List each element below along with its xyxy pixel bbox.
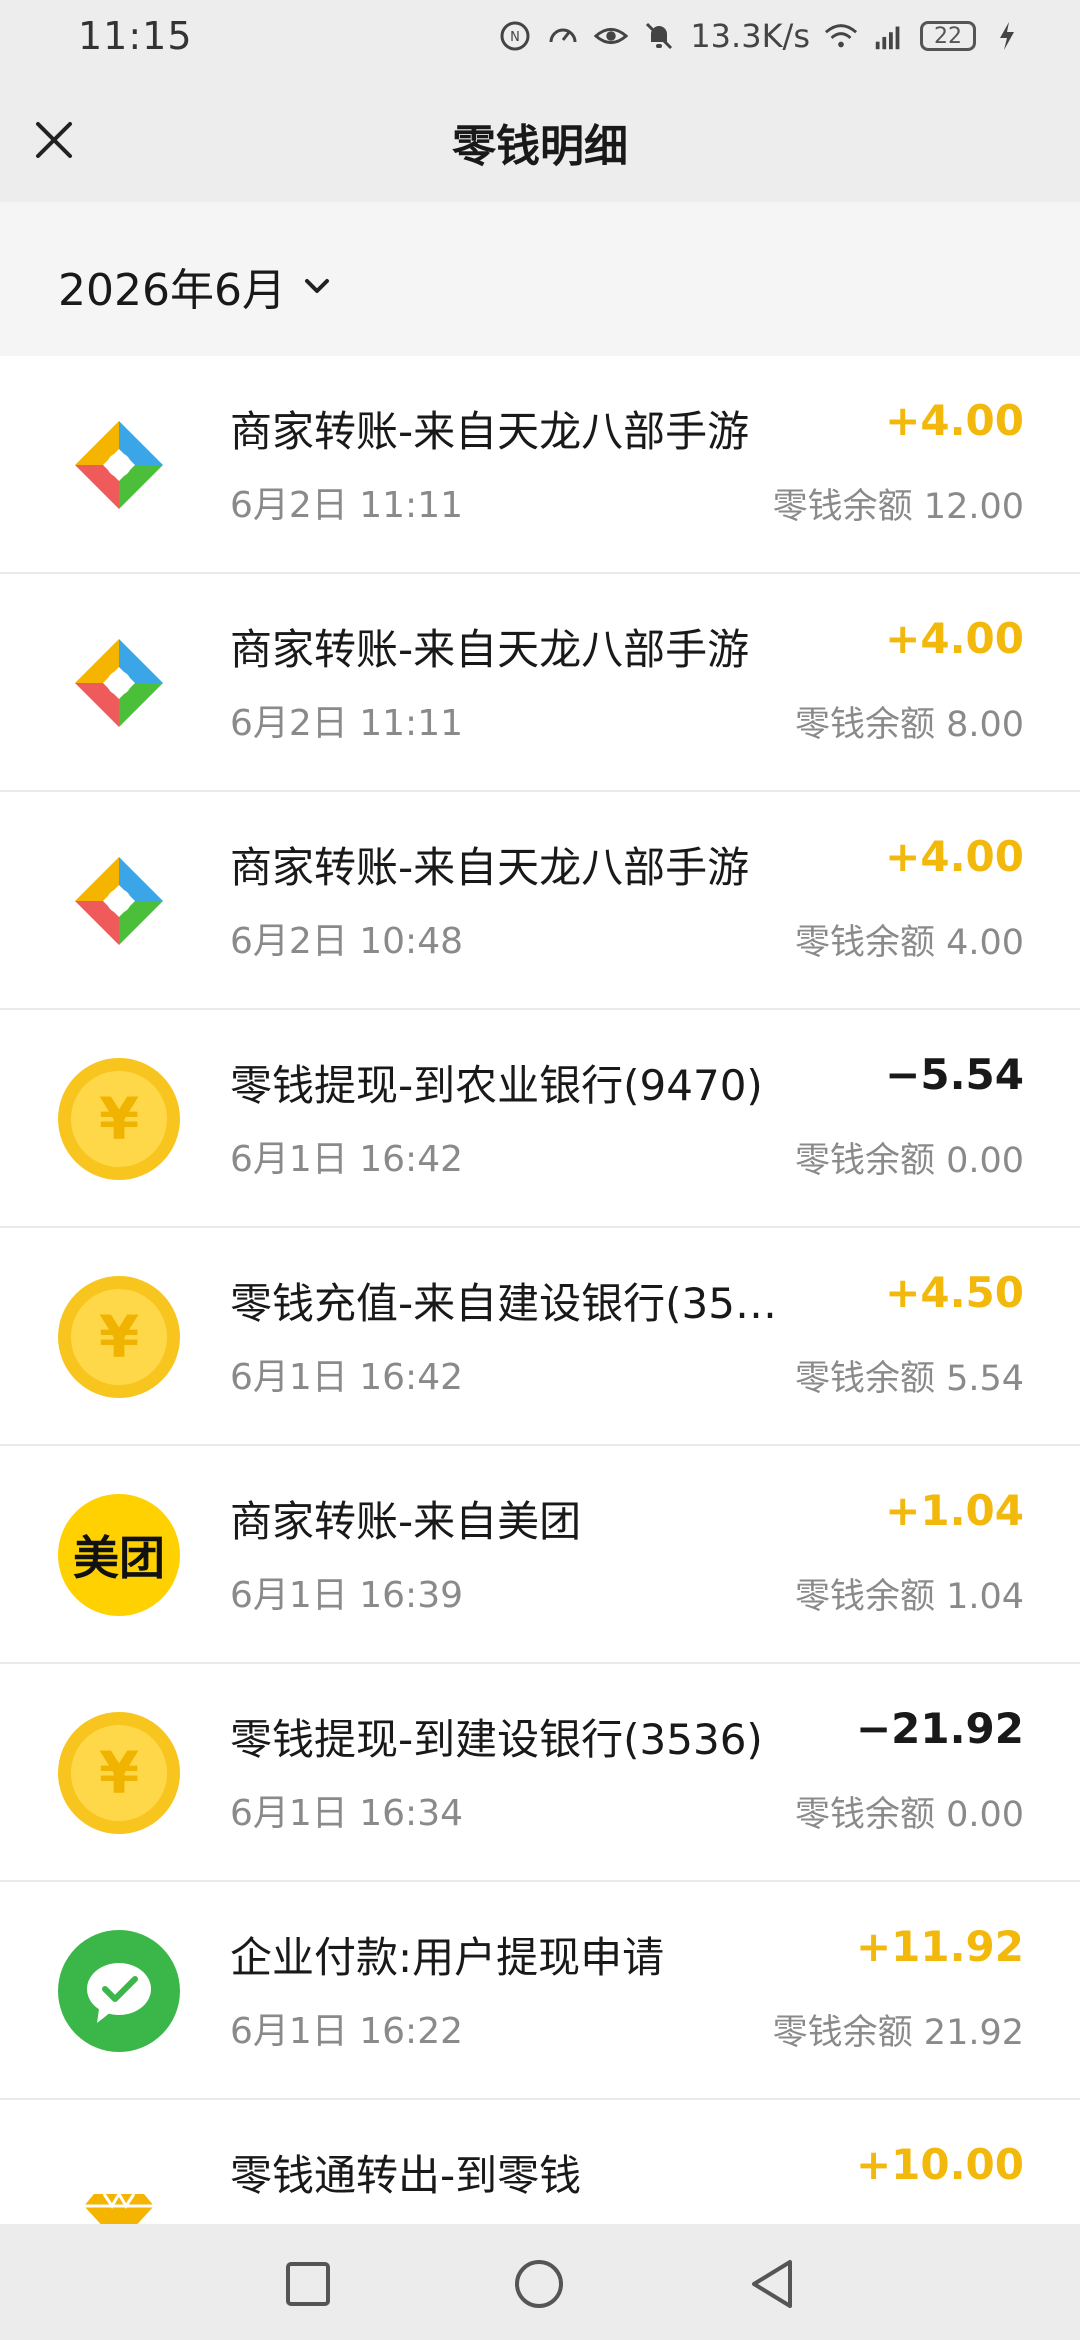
transaction-row[interactable]: ¥ 零钱提现-到农业银行(9470) 6月1日 16:42 −5.54 零钱余额…: [0, 1010, 1080, 1228]
month-selector[interactable]: 2026年6月: [58, 254, 332, 318]
transaction-amount: +1.04: [885, 1486, 1024, 1535]
transaction-balance: 零钱余额 21.92: [772, 2013, 1024, 2053]
header: 零钱明细: [0, 72, 1080, 202]
bell-off-icon: [642, 19, 676, 53]
transaction-date: 6月1日 16:22: [230, 2011, 463, 2052]
transaction-row[interactable]: ¥ 零钱提现-到建设银行(3536) 6月1日 16:34 −21.92 零钱余…: [0, 1664, 1080, 1882]
transaction-title: 零钱提现-到建设银行(3536): [230, 1715, 763, 1764]
transaction-title: 企业付款:用户提现申请: [230, 1933, 665, 1982]
month-label: 2026年6月: [58, 265, 286, 316]
transaction-balance: 零钱余额 8.00: [794, 705, 1024, 745]
transaction-balance: 零钱余额 12.00: [772, 487, 1024, 527]
status-time: 11:15: [78, 14, 193, 58]
chevron-down-icon: [304, 279, 329, 293]
transaction-date: 6月1日 16:42: [230, 1139, 463, 1180]
circle-icon: [515, 2260, 563, 2308]
transaction-list[interactable]: 商家转账-来自天龙八部手游 6月2日 11:11 +4.00 零钱余额 12.0…: [0, 356, 1080, 2224]
game-logo-icon: [58, 404, 180, 526]
yuan-coin-icon: ¥: [58, 1276, 180, 1398]
game-logo-icon: [58, 840, 180, 962]
transaction-date: 6月2日 11:11: [230, 703, 463, 744]
transaction-row[interactable]: 企业付款:用户提现申请 6月1日 16:22 +11.92 零钱余额 21.92: [0, 1882, 1080, 2100]
page-title: 零钱明细: [452, 121, 628, 172]
transaction-row[interactable]: 商家转账-来自天龙八部手游 6月2日 10:48 +4.00 零钱余额 4.00: [0, 792, 1080, 1010]
transaction-row[interactable]: 商家转账-来自天龙八部手游 6月2日 11:11 +4.00 零钱余额 12.0…: [0, 356, 1080, 574]
transaction-amount: +4.00: [885, 396, 1024, 445]
yuan-coin-icon: ¥: [58, 1712, 180, 1834]
transaction-amount: +10.00: [855, 2140, 1024, 2189]
transaction-amount: −5.54: [885, 1050, 1024, 1099]
transaction-title: 商家转账-来自天龙八部手游: [230, 625, 750, 674]
transaction-amount: +4.00: [885, 614, 1024, 663]
month-bar: 2026年6月: [0, 202, 1080, 356]
transaction-date: 6月1日 16:42: [230, 1357, 463, 1398]
transaction-row[interactable]: 零钱通转出-到零钱 +10.00: [0, 2100, 1080, 2224]
transaction-balance: 零钱余额 0.00: [794, 1141, 1024, 1181]
square-icon: [286, 2262, 330, 2306]
transaction-date: 6月2日 10:48: [230, 921, 463, 962]
home-button[interactable]: [513, 2258, 565, 2310]
transaction-title: 商家转账-来自天龙八部手游: [230, 407, 750, 456]
transaction-row[interactable]: ¥ 零钱充值-来自建设银行(35… 6月1日 16:42 +4.50 零钱余额 …: [0, 1228, 1080, 1446]
transaction-title: 商家转账-来自天龙八部手游: [230, 843, 750, 892]
transaction-balance: 零钱余额 0.00: [794, 1795, 1024, 1835]
diamond-icon: [58, 2148, 180, 2224]
yuan-coin-icon: ¥: [58, 1058, 180, 1180]
signal-icon: [872, 19, 906, 53]
transaction-amount: +4.50: [885, 1268, 1024, 1317]
transaction-title: 零钱提现-到农业银行(9470): [230, 1061, 763, 1110]
system-nav-bar: [0, 2224, 1080, 2340]
transaction-title: 零钱通转出-到零钱: [230, 2151, 582, 2200]
transaction-amount: −21.92: [855, 1704, 1024, 1753]
back-button[interactable]: [746, 2258, 798, 2310]
transaction-row[interactable]: 美团 商家转账-来自美团 6月1日 16:39 +1.04 零钱余额 1.04: [0, 1446, 1080, 1664]
data-saver-icon: N: [498, 19, 532, 53]
svg-text:N: N: [510, 30, 520, 45]
triangle-back-icon: [752, 2260, 792, 2308]
transaction-amount: +11.92: [855, 1922, 1024, 1971]
transaction-balance: 零钱余额 4.00: [794, 923, 1024, 963]
status-icons: N 13.3K/s 22: [498, 17, 1024, 55]
speedometer-icon: [546, 19, 580, 53]
transaction-title: 零钱充值-来自建设银行(35…: [230, 1279, 777, 1328]
battery-icon: 22: [920, 21, 976, 51]
transaction-date: 6月1日 16:39: [230, 1575, 463, 1616]
recents-button[interactable]: [282, 2258, 334, 2310]
wechat-pay-icon: [58, 1930, 180, 2052]
eye-icon: [594, 19, 629, 53]
charging-icon: [990, 19, 1024, 53]
transaction-date: 6月2日 11:11: [230, 485, 463, 526]
transaction-balance: 零钱余额 1.04: [794, 1577, 1024, 1617]
wifi-icon: [824, 19, 858, 53]
transaction-date: 6月1日 16:34: [230, 1793, 463, 1834]
transaction-amount: +4.00: [885, 832, 1024, 881]
transaction-row[interactable]: 商家转账-来自天龙八部手游 6月2日 11:11 +4.00 零钱余额 8.00: [0, 574, 1080, 792]
meituan-logo-icon: 美团: [58, 1494, 180, 1616]
net-speed: 13.3K/s: [690, 17, 810, 55]
status-bar: 11:15 N 13.3K/s 22: [0, 0, 1080, 72]
transaction-balance: 零钱余额 5.54: [794, 1359, 1024, 1399]
transaction-title: 商家转账-来自美团: [230, 1497, 582, 1546]
game-logo-icon: [58, 622, 180, 744]
